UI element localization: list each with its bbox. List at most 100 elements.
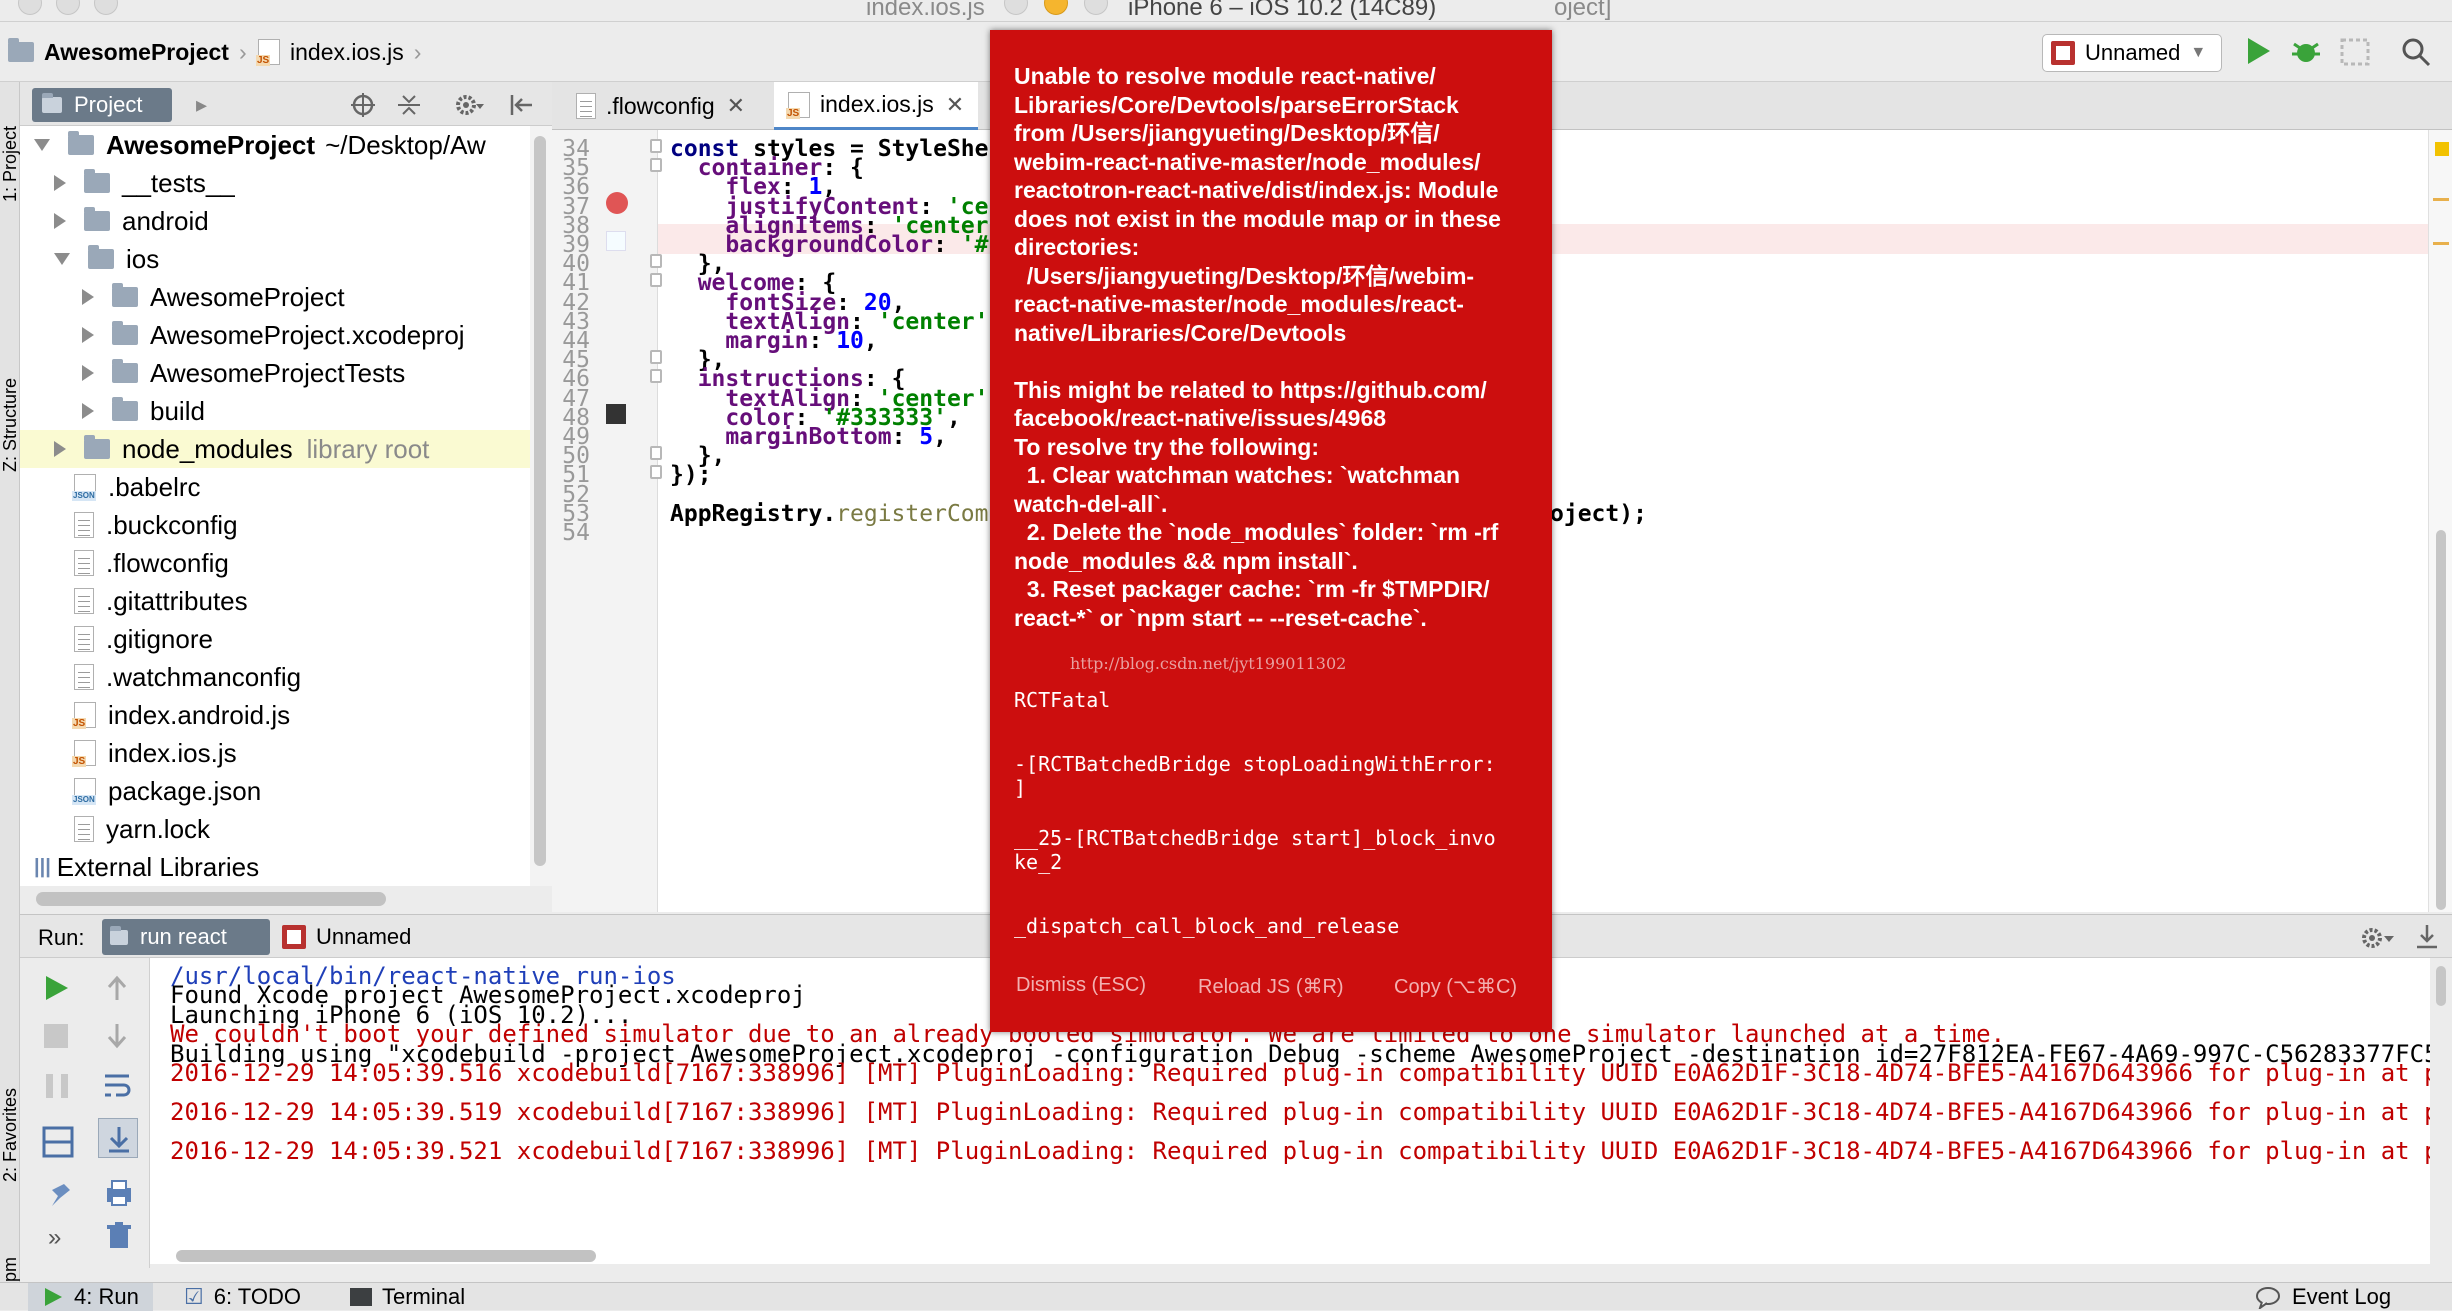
tree-item[interactable]: .gitignore (20, 620, 530, 658)
target-icon[interactable] (350, 92, 376, 118)
tree-item[interactable]: ios (20, 240, 530, 278)
tree-item[interactable]: package.json (20, 772, 530, 810)
expand-right-icon[interactable] (82, 403, 94, 419)
reload-js-button[interactable]: Reload JS (⌘R) (1198, 974, 1344, 999)
console-horizontal-scrollbar[interactable] (176, 1250, 596, 1262)
tree-item[interactable]: .gitattributes (20, 582, 530, 620)
hide-panel-icon[interactable] (508, 92, 534, 118)
tree-item[interactable]: android (20, 202, 530, 240)
stack-frame[interactable]: RCTFatal (1014, 688, 1534, 712)
fold-marker-icon[interactable] (650, 254, 662, 269)
view-chevron-icon[interactable]: ▸ (196, 92, 207, 118)
search-icon[interactable] (2400, 36, 2432, 68)
stack-frame[interactable]: -[RCTBatchedBridge stopLoadingWithError:… (1014, 752, 1534, 800)
run-tab-unnamed[interactable]: Unnamed (274, 919, 411, 955)
more-actions-icon[interactable]: » (48, 1224, 61, 1252)
tab-index-ios-js[interactable]: index.ios.js ✕ (774, 82, 979, 130)
close-tab-icon[interactable]: ✕ (946, 92, 964, 118)
terminal-tool-button[interactable]: Terminal (350, 1283, 465, 1311)
breadcrumb-file[interactable]: index.ios.js › (256, 22, 421, 82)
scroll-up-icon[interactable] (104, 974, 130, 1002)
run-icon[interactable] (2244, 36, 2272, 66)
stop-icon[interactable] (44, 1024, 68, 1048)
tree-item[interactable]: __tests__ (20, 164, 530, 202)
tab-flowconfig[interactable]: .flowconfig ✕ (562, 82, 759, 130)
expand-right-icon[interactable] (54, 441, 66, 457)
breakpoint-icon[interactable] (606, 191, 628, 214)
sim-minimize-icon[interactable] (1044, 0, 1068, 15)
expand-right-icon[interactable] (82, 365, 94, 381)
debug-icon[interactable] (2290, 36, 2322, 68)
tree-item-label: __tests__ (122, 167, 235, 198)
structure-tool-tab[interactable]: Z: Structure (0, 378, 21, 472)
tree-item[interactable]: AwesomeProject (20, 278, 530, 316)
minimize-panel-icon[interactable] (2414, 923, 2440, 951)
run-tool-button[interactable]: 4: Run (28, 1283, 153, 1311)
pause-icon[interactable] (46, 1074, 68, 1098)
tree-item[interactable]: AwesomeProject.xcodeproj (20, 316, 530, 354)
scroll-down-icon[interactable] (104, 1022, 130, 1050)
close-tab-icon[interactable]: ✕ (727, 93, 745, 119)
event-log-button[interactable]: Event Log (2254, 1283, 2391, 1311)
sim-zoom-icon[interactable] (1084, 0, 1108, 15)
rerun-icon[interactable] (42, 974, 70, 1002)
expand-right-icon[interactable] (82, 289, 94, 305)
breadcrumb-project[interactable]: AwesomeProject › (8, 22, 257, 82)
dismiss-button[interactable]: Dismiss (ESC) (1016, 974, 1146, 997)
stack-frame[interactable]: _dispatch_call_block_and_release (1014, 914, 1534, 938)
run-tab-run-react[interactable]: run react (102, 919, 270, 955)
gear-icon[interactable] (2360, 925, 2396, 951)
fold-marker-icon[interactable] (650, 446, 662, 461)
tree-item[interactable]: yarn.lock (20, 810, 530, 848)
fold-marker-icon[interactable] (650, 158, 662, 173)
tree-item[interactable]: AwesomeProject ~/Desktop/Aw (20, 126, 530, 164)
tree-item[interactable]: index.android.js (20, 696, 530, 734)
expand-right-icon[interactable] (54, 213, 66, 229)
collapse-all-icon[interactable] (396, 92, 422, 118)
console-scrollbar[interactable] (2436, 966, 2446, 1006)
soft-wrap-icon[interactable] (102, 1070, 132, 1100)
tree-item[interactable]: ||| External Libraries (20, 848, 530, 886)
fold-marker-icon[interactable] (650, 139, 662, 153)
fold-marker-icon[interactable] (650, 350, 662, 365)
favorites-tool-tab[interactable]: 2: Favorites (0, 1088, 21, 1182)
print-icon[interactable] (104, 1178, 134, 1208)
gear-icon[interactable] (454, 92, 484, 118)
expand-down-icon[interactable] (34, 139, 50, 151)
todo-tool-button[interactable]: ☑ 6: TODO (184, 1283, 301, 1311)
tree-item[interactable]: index.ios.js (20, 734, 530, 772)
tree-item[interactable]: .watchmanconfig (20, 658, 530, 696)
fold-marker-icon[interactable] (650, 273, 662, 288)
fold-marker-icon[interactable] (650, 465, 662, 480)
layout-icon[interactable] (42, 1126, 74, 1158)
minimize-window-icon[interactable] (56, 0, 80, 15)
trash-icon[interactable] (104, 1220, 134, 1250)
expand-right-icon[interactable] (54, 175, 66, 191)
project-tool-tab[interactable]: 1: Project (0, 126, 21, 202)
zoom-window-icon[interactable] (94, 0, 118, 15)
expand-down-icon[interactable] (54, 253, 70, 265)
tree-item[interactable]: build (20, 392, 530, 430)
expand-right-icon[interactable] (82, 327, 94, 343)
sim-close-icon[interactable] (1004, 0, 1028, 15)
text-file-icon (74, 550, 94, 576)
stack-frame[interactable]: __25-[RCTBatchedBridge start]_block_invo… (1014, 826, 1534, 874)
tree-item[interactable]: .babelrc (20, 468, 530, 506)
project-view-tab[interactable]: Project (32, 88, 172, 122)
scroll-to-end-toggle[interactable] (98, 1118, 138, 1158)
coverage-icon[interactable] (2340, 38, 2370, 66)
editor-scrollbar[interactable] (2436, 530, 2446, 910)
project-scrollbar[interactable] (530, 126, 552, 886)
tree-item[interactable]: .flowconfig (20, 544, 530, 582)
project-horizontal-scrollbar[interactable] (36, 892, 386, 906)
project-tree: AwesomeProject ~/Desktop/Aw __tests__andro… (20, 126, 530, 886)
fold-marker-icon[interactable] (650, 369, 662, 384)
pin-icon[interactable] (44, 1180, 74, 1212)
tree-item[interactable]: node_modules library root (20, 430, 530, 468)
tree-item[interactable]: AwesomeProjectTests (20, 354, 530, 392)
run-config-select[interactable]: Unnamed ▼ (2042, 34, 2222, 72)
tree-item[interactable]: .buckconfig (20, 506, 530, 544)
close-window-icon[interactable] (18, 0, 42, 15)
tree-item-label: AwesomeProjectTests (150, 357, 406, 388)
copy-button[interactable]: Copy (⌥⌘C) (1394, 974, 1517, 999)
